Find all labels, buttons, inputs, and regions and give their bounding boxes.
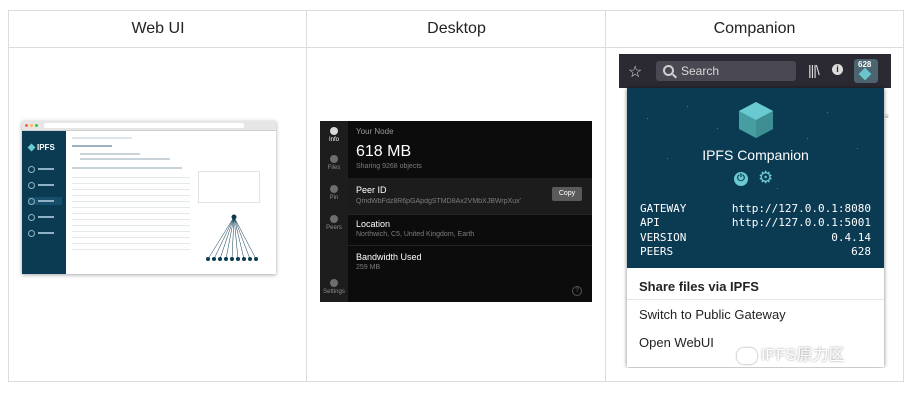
bandwidth-label: Bandwidth Used	[356, 252, 422, 262]
info-icon[interactable]: i	[832, 64, 843, 75]
browser-toolbar: ☆ Search |||\ i 628	[619, 54, 891, 88]
sidebar-item	[28, 213, 62, 221]
nav-info[interactable]: Info	[320, 127, 348, 143]
sidebar-item	[28, 165, 62, 173]
cube-icon	[330, 127, 338, 135]
sidebar-item	[28, 197, 62, 205]
stat-version-value: 0.4.14	[831, 231, 871, 244]
watermark: IPFS原力区	[737, 341, 845, 365]
bandwidth-value: 259 MB	[356, 264, 381, 271]
info-panel	[198, 171, 260, 203]
storage-used: 618 MB	[356, 143, 412, 160]
header-companion: Companion	[713, 20, 796, 37]
location-value: Northwich, C5, United Kingdom, Earth	[356, 231, 475, 238]
webui-main	[66, 131, 276, 274]
location-label: Location	[356, 219, 391, 229]
search-placeholder: Search	[681, 64, 720, 78]
your-node-label: Your Node	[356, 127, 394, 136]
scrollbar-icon: ≡	[884, 112, 889, 121]
search-box[interactable]: Search	[656, 61, 796, 81]
address-bar	[44, 123, 244, 128]
power-icon[interactable]: ⏻	[734, 172, 748, 186]
nav-label: Settings	[323, 289, 345, 295]
peer-id-label: Peer ID	[356, 185, 387, 195]
sidebar-item	[28, 229, 62, 237]
stat-version-key: VERSION	[640, 231, 687, 244]
nav-label: Info	[328, 137, 339, 143]
companion-header: IPFS Companion ⏻ ⚙ GATEWAY http://127.0.…	[627, 88, 884, 268]
stat-peers-value: 628	[851, 245, 871, 258]
stat-api-value: http://127.0.0.1:5001	[731, 216, 871, 229]
gear-icon[interactable]: ⚙	[758, 168, 773, 188]
column-divider	[306, 11, 307, 381]
nav-label: Pin	[329, 195, 339, 201]
ipfs-logo-icon	[739, 102, 773, 138]
library-icon[interactable]: |||\	[808, 62, 820, 78]
menu-switch-gateway[interactable]: Switch to Public Gateway	[639, 307, 786, 322]
help-icon[interactable]: ?	[572, 286, 582, 296]
stat-api-key: API	[640, 216, 660, 229]
ipfs-logo: IPFS	[27, 143, 64, 152]
webui-sidebar: IPFS	[22, 131, 66, 274]
star-icon[interactable]: ☆	[628, 62, 642, 82]
nav-pin[interactable]: Pin	[320, 185, 348, 201]
nav-peers[interactable]: Peers	[320, 215, 348, 231]
nav-files[interactable]: Files	[320, 155, 348, 171]
stat-gateway-key: GATEWAY	[640, 202, 687, 215]
desktop-content: Your Node 618 MB Sharing 9268 objects Pe…	[348, 121, 592, 302]
ipfs-cube-icon	[27, 143, 36, 152]
desktop-sidebar: Info Files Pin Peers Settings	[320, 121, 348, 302]
browser-chrome	[22, 121, 276, 131]
peer-id-value: QmdWbFdz8R6pGApdgSTMD8Ax2VMbXJBWrpXuxT5o	[356, 198, 521, 205]
desktop-screenshot: Info Files Pin Peers Settings Your Node …	[320, 121, 592, 302]
header-desktop: Desktop	[427, 20, 486, 37]
dag-graph	[206, 214, 258, 261]
pin-icon	[330, 185, 338, 193]
companion-screenshot: ☆ Search |||\ i 628 IPFS Companion ⏻ ⚙ G…	[619, 54, 891, 368]
header-divider	[9, 47, 903, 48]
logo-text: IPFS	[37, 143, 55, 152]
nav-label: Files	[327, 165, 341, 171]
peers-icon	[330, 215, 338, 223]
sharing-count: Sharing 9268 objects	[356, 163, 422, 170]
settings-icon	[330, 279, 338, 287]
column-divider	[605, 11, 606, 381]
files-icon	[330, 155, 338, 163]
copy-button[interactable]: Copy	[552, 187, 582, 201]
menu-share-files[interactable]: Share files via IPFS	[639, 279, 759, 294]
webui-screenshot: IPFS	[22, 121, 276, 274]
header-web-ui: Web UI	[131, 20, 185, 37]
peer-count-badge: 628	[858, 60, 872, 69]
nav-label: Peers	[326, 225, 342, 231]
search-icon	[663, 65, 674, 76]
menu-open-webui[interactable]: Open WebUI	[639, 335, 714, 350]
companion-popup: IPFS Companion ⏻ ⚙ GATEWAY http://127.0.…	[627, 88, 884, 367]
companion-title: IPFS Companion	[702, 147, 809, 163]
nav-settings[interactable]: Settings	[320, 279, 348, 295]
sidebar-item	[28, 181, 62, 189]
watermark-text: IPFS原力区	[761, 347, 845, 364]
wechat-icon	[737, 347, 757, 364]
stat-peers-key: PEERS	[640, 245, 674, 258]
stat-gateway-value: http://127.0.0.1:8080	[731, 202, 871, 215]
